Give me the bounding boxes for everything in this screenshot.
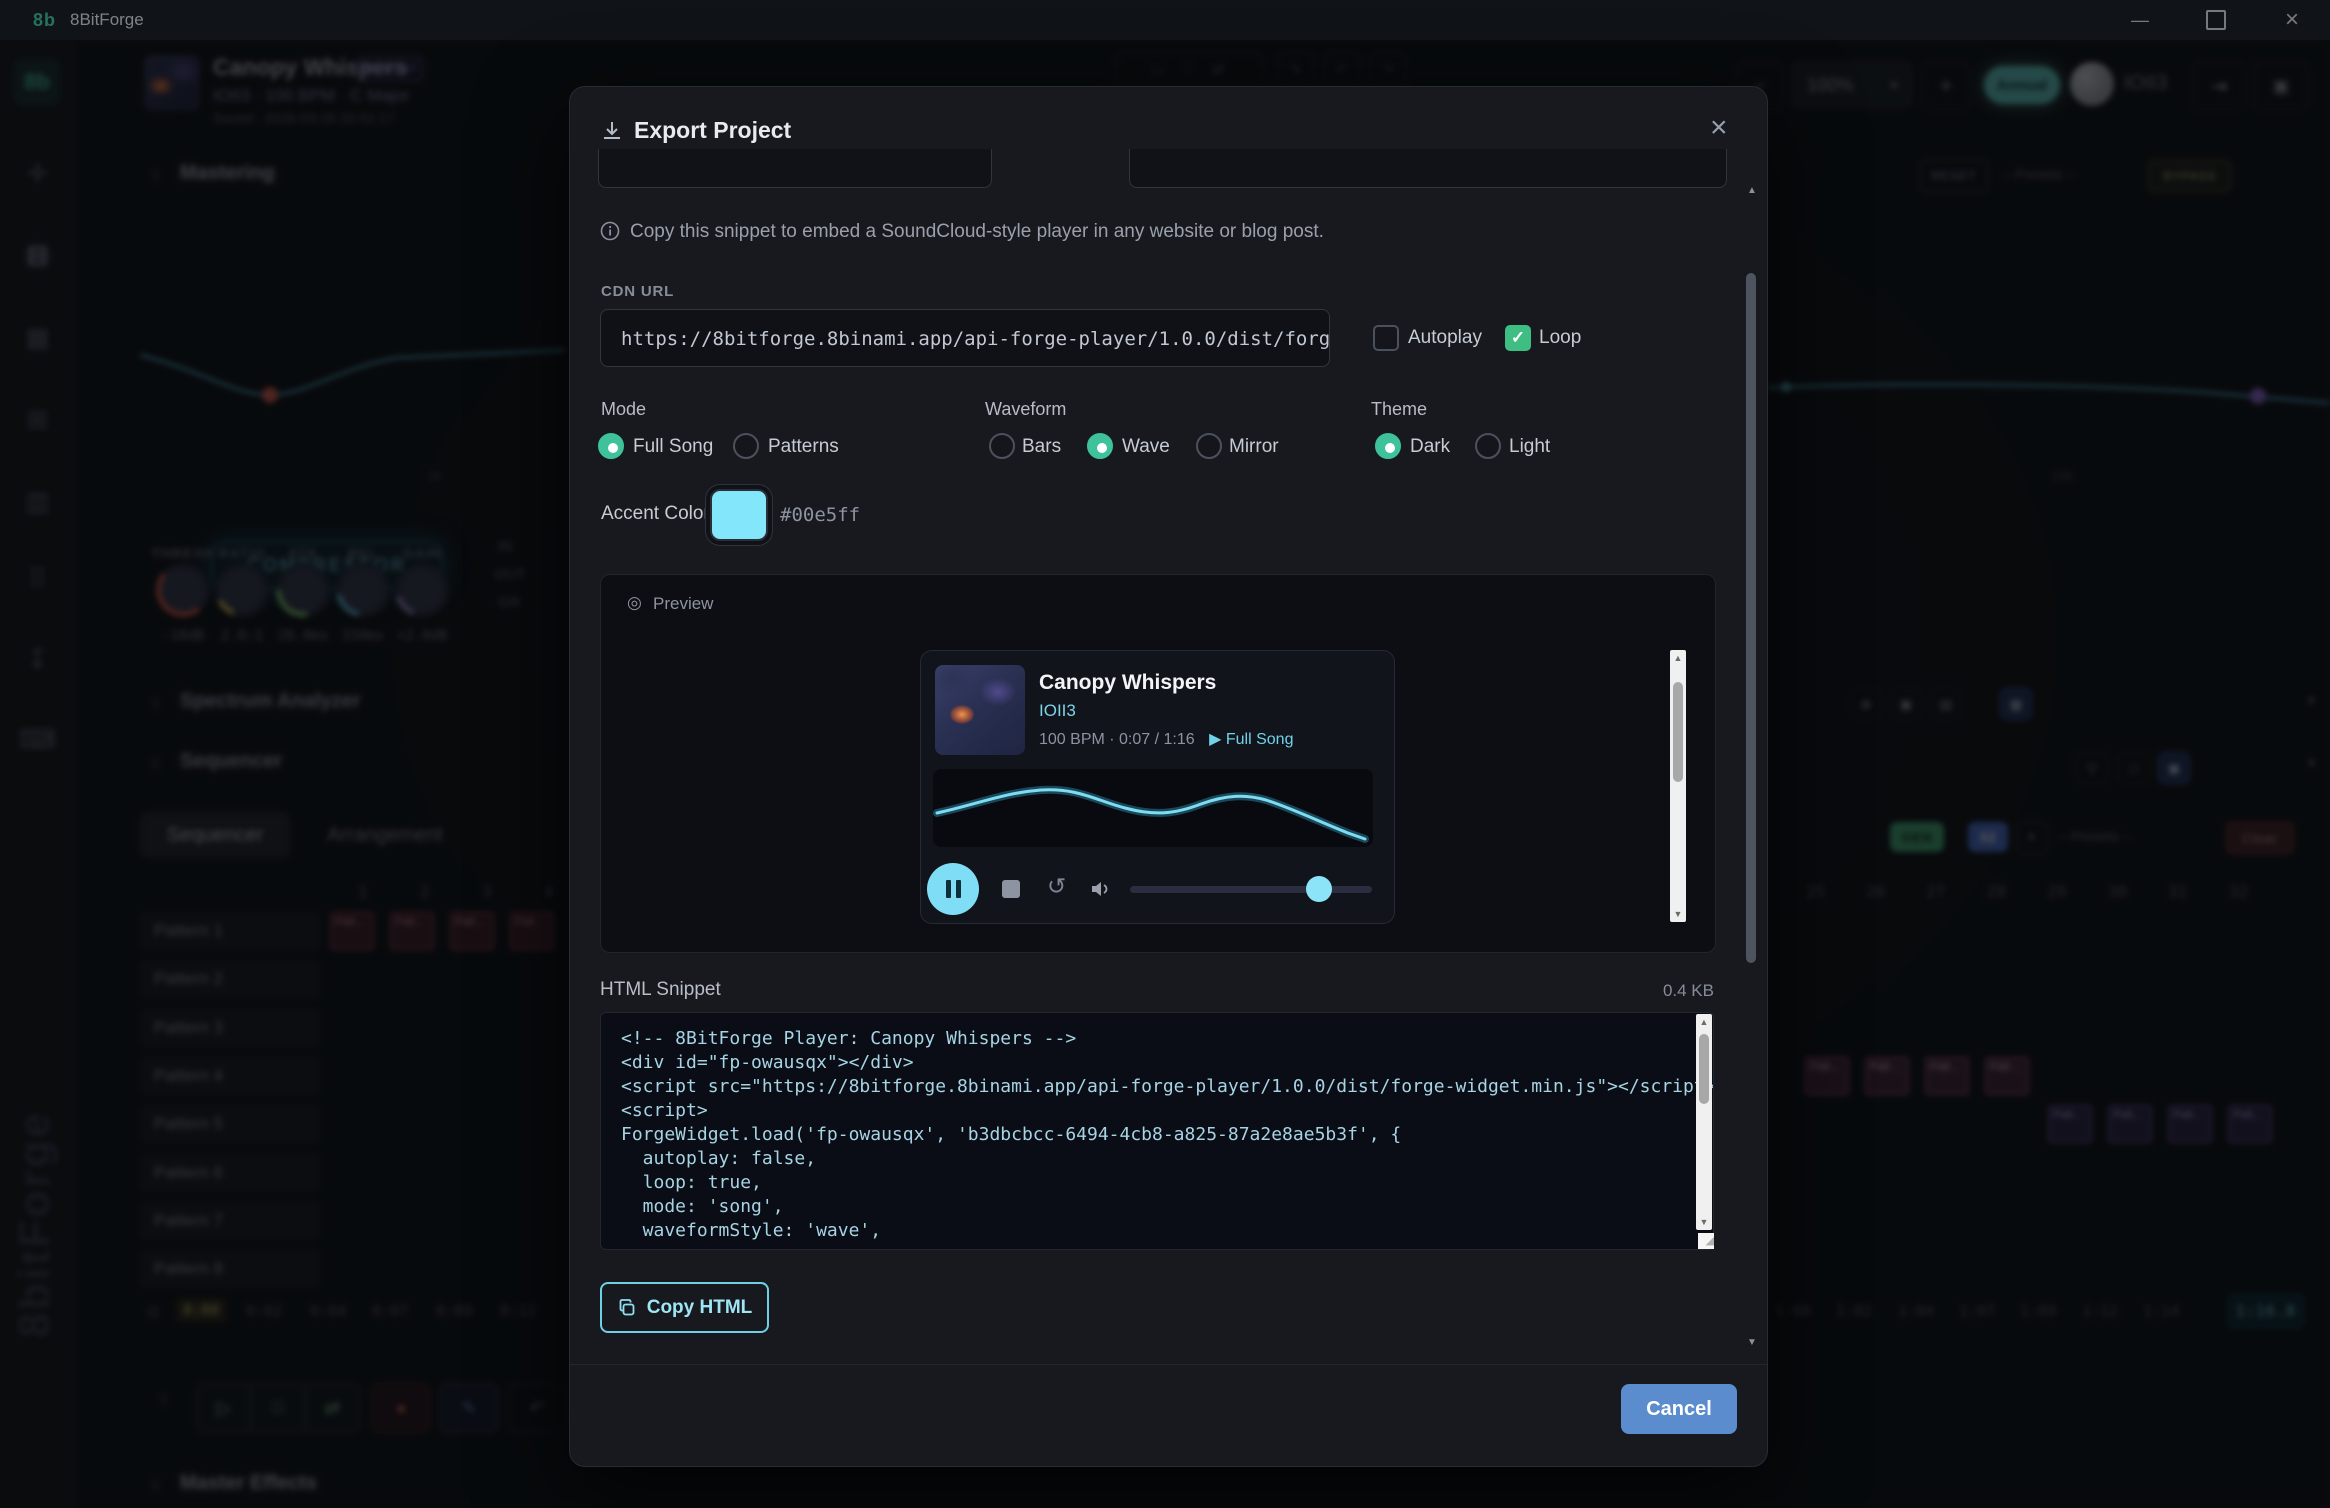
code-line: mode: 'song', <box>621 1195 1673 1219</box>
scroll-down-icon[interactable]: ▼ <box>1670 906 1686 922</box>
preview-label: Preview <box>653 594 713 614</box>
waveform-group-label: Waveform <box>985 399 1066 420</box>
info-text: Copy this snippet to embed a SoundCloud-… <box>630 221 1324 243</box>
modal-title: Export Project <box>634 117 791 144</box>
track-meta: 100 BPM · 0:07 / 1:16 ▶ Full Song <box>1039 729 1293 749</box>
scroll-up-icon[interactable]: ▲ <box>1696 1014 1712 1030</box>
radio-bars[interactable] <box>989 433 1015 459</box>
export-modal: Export Project × Copy this snippet to em… <box>569 86 1768 1467</box>
accent-color-label: Accent Color <box>601 503 710 525</box>
scroll-down-icon[interactable]: ▼ <box>1696 1214 1712 1230</box>
code-line: <div id="fp-owausqx"></div> <box>621 1051 1673 1075</box>
code-line: autoplay: false, <box>621 1147 1673 1171</box>
pause-icon <box>956 880 961 898</box>
play-mode-text: Full Song <box>1226 731 1294 748</box>
cdn-url-input[interactable]: https://8bitforge.8binami.app/api-forge-… <box>600 309 1330 367</box>
radio-full-song-label: Full Song <box>633 436 713 458</box>
autoplay-checkbox[interactable] <box>1373 325 1399 351</box>
mode-group-label: Mode <box>601 399 646 420</box>
restart-button[interactable]: ↺ <box>1047 873 1066 900</box>
pause-button[interactable] <box>927 863 979 915</box>
snippet-size: 0.4 KB <box>1514 981 1714 1001</box>
cutoff-field[interactable] <box>1129 149 1727 188</box>
copy-html-label: Copy HTML <box>647 1297 753 1319</box>
preview-panel: ◎ Preview Canopy Whispers IOII3 100 BPM … <box>600 574 1716 953</box>
track-meta-text: 100 BPM · 0:07 / 1:16 <box>1039 731 1195 748</box>
theme-group-label: Theme <box>1371 399 1427 420</box>
code-line: <script> <box>621 1099 1673 1123</box>
player-widget: Canopy Whispers IOII3 100 BPM · 0:07 / 1… <box>920 650 1395 924</box>
radio-patterns[interactable] <box>733 433 759 459</box>
radio-light-label: Light <box>1509 436 1550 458</box>
scroll-down-icon[interactable]: ▼ <box>1747 1337 1757 1348</box>
cdn-url-label: CDN URL <box>601 283 674 300</box>
scrollbar-thumb[interactable] <box>1673 682 1683 782</box>
loop-label: Loop <box>1539 327 1581 349</box>
play-icon: ▶ <box>1209 731 1221 748</box>
code-scrollbar[interactable]: ▲ ▼ <box>1696 1014 1712 1230</box>
widget-scrollbar[interactable]: ▲ ▼ <box>1670 650 1686 922</box>
footer-divider <box>570 1364 1767 1365</box>
radio-mirror[interactable] <box>1196 433 1222 459</box>
code-line: <!-- 8BitForge Player: Canopy Whispers -… <box>621 1027 1673 1051</box>
radio-full-song[interactable] <box>598 433 624 459</box>
snippet-label: HTML Snippet <box>600 979 721 1001</box>
volume-slider[interactable] <box>1130 886 1372 893</box>
eye-icon: ◎ <box>627 593 642 613</box>
copy-html-button[interactable]: Copy HTML <box>600 1282 769 1333</box>
radio-patterns-label: Patterns <box>768 436 839 458</box>
app-window: 8b ✛ ⊟ ▦ ⊞ ▥ ⠿ ↧ ⌨ 8bitForge Canopy Whis… <box>0 0 2330 1508</box>
code-line: loop: true, <box>621 1171 1673 1195</box>
code-line: ForgeWidget.load('fp-owausqx', 'b3dbcbcc… <box>621 1123 1673 1147</box>
radio-mirror-label: Mirror <box>1229 436 1279 458</box>
scroll-up-icon[interactable]: ▲ <box>1670 650 1686 666</box>
waveform-display[interactable] <box>933 769 1373 847</box>
code-line: <script src="https://8bitforge.8binami.a… <box>621 1075 1673 1099</box>
radio-wave[interactable] <box>1087 433 1113 459</box>
info-icon <box>600 221 620 241</box>
radio-dark[interactable] <box>1375 433 1401 459</box>
copy-icon <box>617 1298 637 1318</box>
cutoff-field[interactable] <box>598 149 992 188</box>
scroll-up-icon[interactable]: ▲ <box>1747 185 1757 196</box>
cancel-button[interactable]: Cancel <box>1621 1384 1737 1434</box>
scrollbar-thumb[interactable] <box>1699 1034 1709 1104</box>
accent-color-hex: #00e5ff <box>780 504 860 526</box>
radio-bars-label: Bars <box>1022 436 1061 458</box>
album-art <box>935 665 1025 755</box>
radio-dark-label: Dark <box>1410 436 1450 458</box>
snippet-code[interactable]: <!-- 8BitForge Player: Canopy Whispers -… <box>600 1012 1714 1250</box>
loop-checkbox[interactable]: ✓ <box>1505 325 1531 351</box>
code-line: waveformStyle: 'wave', <box>621 1219 1673 1243</box>
close-icon[interactable]: × <box>1710 111 1728 145</box>
play-mode-badge: ▶ Full Song <box>1209 731 1293 748</box>
volume-icon[interactable] <box>1089 878 1111 900</box>
volume-thumb[interactable] <box>1306 876 1332 902</box>
modal-scrollbar-thumb[interactable] <box>1746 273 1756 963</box>
radio-wave-label: Wave <box>1122 436 1170 458</box>
stop-button[interactable] <box>1002 880 1020 898</box>
radio-light[interactable] <box>1475 433 1501 459</box>
autoplay-label: Autoplay <box>1408 327 1482 349</box>
track-artist: IOII3 <box>1039 701 1076 721</box>
resize-grip[interactable]: ◢ <box>1698 1233 1714 1249</box>
download-icon <box>600 119 624 143</box>
pause-icon <box>946 880 951 898</box>
accent-color-swatch[interactable] <box>710 489 768 541</box>
track-title: Canopy Whispers <box>1039 671 1216 695</box>
